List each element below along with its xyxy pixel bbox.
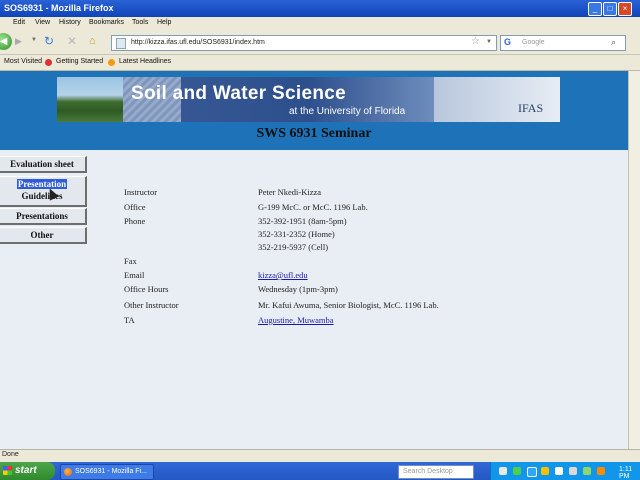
instructor-label: Instructor: [124, 187, 158, 197]
nav-evaluation-sheet-label: Evaluation sheet: [10, 159, 74, 169]
reload-icon[interactable]: ↻: [44, 34, 54, 48]
tray-icon[interactable]: [583, 467, 591, 475]
email-link[interactable]: kizza@ufl.edu: [258, 270, 308, 280]
start-button[interactable]: start: [0, 462, 55, 480]
email-label: Email: [124, 270, 145, 280]
tray-icon[interactable]: [597, 467, 605, 475]
search-box[interactable]: G Google ⌕: [500, 35, 626, 51]
tray-icon[interactable]: [555, 467, 563, 475]
search-icon[interactable]: ⌕: [611, 37, 616, 48]
fax-label: Fax: [124, 256, 137, 266]
taskbar: start SOS6931 - Mozilla Fi... Search Des…: [0, 462, 640, 480]
phone-value-2: 352-331-2352 (Home): [258, 229, 335, 239]
nav-other[interactable]: Other: [0, 227, 87, 244]
desktop-search-input[interactable]: Search Desktop: [398, 465, 474, 479]
phone-value-3: 352-219-5937 (Cell): [258, 242, 329, 252]
bookmark-most-visited[interactable]: Most Visited: [4, 58, 42, 65]
volume-icon[interactable]: [569, 467, 577, 475]
bookmarks-toolbar: Most Visited Getting Started Latest Head…: [0, 55, 640, 71]
office-hours-label: Office Hours: [124, 284, 169, 294]
start-label: start: [15, 465, 37, 476]
status-bar: Done: [0, 449, 640, 462]
menu-bookmarks[interactable]: Bookmarks: [89, 19, 124, 26]
close-button[interactable]: ×: [618, 2, 632, 16]
google-icon[interactable]: G: [504, 37, 511, 47]
office-hours-value: Wednesday (1pm-3pm): [258, 284, 338, 294]
ifas-logo-area: IFAS: [434, 77, 560, 122]
nav-presentations[interactable]: Presentations: [0, 208, 87, 225]
forward-button[interactable]: ▶: [15, 36, 22, 47]
menu-view[interactable]: View: [35, 19, 50, 26]
instructor-value: Peter Nkedi-Kizza: [258, 187, 322, 197]
web-page: IFAS Soil and Water Science at the Unive…: [0, 71, 628, 449]
tray-icon[interactable]: [499, 467, 507, 475]
tray-icon[interactable]: [541, 467, 549, 475]
system-tray: 1:11 PM: [490, 462, 640, 480]
landscape-photo: [57, 77, 123, 122]
getting-started-icon: [45, 59, 52, 66]
rss-icon: [108, 59, 115, 66]
nav-presentations-label: Presentations: [16, 211, 68, 221]
history-dropdown-icon[interactable]: ▼: [31, 37, 37, 43]
home-icon[interactable]: ⌂: [89, 35, 96, 47]
nav-other-label: Other: [30, 230, 54, 240]
window-title: SOS6931 - Mozilla Firefox: [4, 3, 114, 13]
search-placeholder[interactable]: Google: [522, 39, 545, 46]
ta-label: TA: [124, 315, 135, 325]
nav-presentation-guidelines-label: Presentation: [16, 179, 68, 189]
bookmark-star-icon[interactable]: ☆: [471, 36, 480, 47]
window-titlebar: SOS6931 - Mozilla Firefox _ □ ×: [0, 0, 640, 17]
ifas-logo: IFAS: [518, 101, 544, 115]
stop-icon[interactable]: ✕: [67, 34, 77, 48]
status-text: Done: [2, 451, 19, 458]
department-banner: IFAS Soil and Water Science at the Unive…: [57, 77, 560, 122]
nav-evaluation-sheet[interactable]: Evaluation sheet: [0, 156, 87, 173]
desktop-search-placeholder: Search Desktop: [403, 468, 453, 475]
windows-logo-icon: [3, 466, 12, 475]
navigation-toolbar: ◀ ▶ ▼ ↻ ✕ ⌂ http://kizza.ifas.ufl.edu/SO…: [0, 30, 640, 55]
bookmark-latest-headlines[interactable]: Latest Headlines: [119, 58, 171, 65]
page-icon: [116, 38, 126, 49]
address-url[interactable]: http://kizza.ifas.ufl.edu/SOS6931/index.…: [131, 39, 265, 46]
minimize-button[interactable]: _: [588, 2, 602, 16]
tray-icon[interactable]: [513, 467, 521, 475]
menu-history[interactable]: History: [59, 19, 81, 26]
bookmark-getting-started[interactable]: Getting Started: [56, 58, 103, 65]
taskbar-firefox-window[interactable]: SOS6931 - Mozilla Fi...: [60, 464, 154, 480]
vertical-scrollbar[interactable]: [628, 71, 640, 449]
address-dropdown-icon[interactable]: ▼: [486, 39, 492, 45]
phone-label: Phone: [124, 216, 146, 226]
taskbar-item-label: SOS6931 - Mozilla Fi...: [75, 468, 147, 475]
banner-title: Soil and Water Science: [131, 83, 346, 104]
page-title: SWS 6931 Seminar: [256, 126, 372, 141]
menu-edit[interactable]: Edit: [13, 19, 25, 26]
office-value: G-199 McC. or McC. 1196 Lab.: [258, 202, 368, 212]
page-header: IFAS Soil and Water Science at the Unive…: [0, 71, 628, 150]
tray-icon[interactable]: [527, 467, 537, 477]
clock: 1:11 PM: [619, 466, 633, 480]
nav-presentation-guidelines[interactable]: Presentation Guidelines: [0, 176, 87, 207]
maximize-button[interactable]: □: [603, 2, 617, 16]
firefox-icon: [64, 468, 72, 476]
back-button[interactable]: ◀: [0, 33, 12, 50]
phone-value-1: 352-392-1951 (8am-5pm): [258, 216, 347, 226]
office-label: Office: [124, 202, 146, 212]
menu-help[interactable]: Help: [157, 19, 171, 26]
banner-subtitle: at the University of Florida: [289, 106, 406, 117]
other-instructor-value: Mr. Kafui Awuma, Senior Biologist, McC. …: [258, 300, 439, 310]
menu-bar: Edit View History Bookmarks Tools Help: [0, 17, 640, 30]
ta-link[interactable]: Augustine, Muwamba: [258, 315, 334, 325]
other-instructor-label: Other Instructor: [124, 300, 179, 310]
address-bar[interactable]: http://kizza.ifas.ufl.edu/SOS6931/index.…: [111, 35, 497, 51]
menu-tools[interactable]: Tools: [132, 19, 148, 26]
